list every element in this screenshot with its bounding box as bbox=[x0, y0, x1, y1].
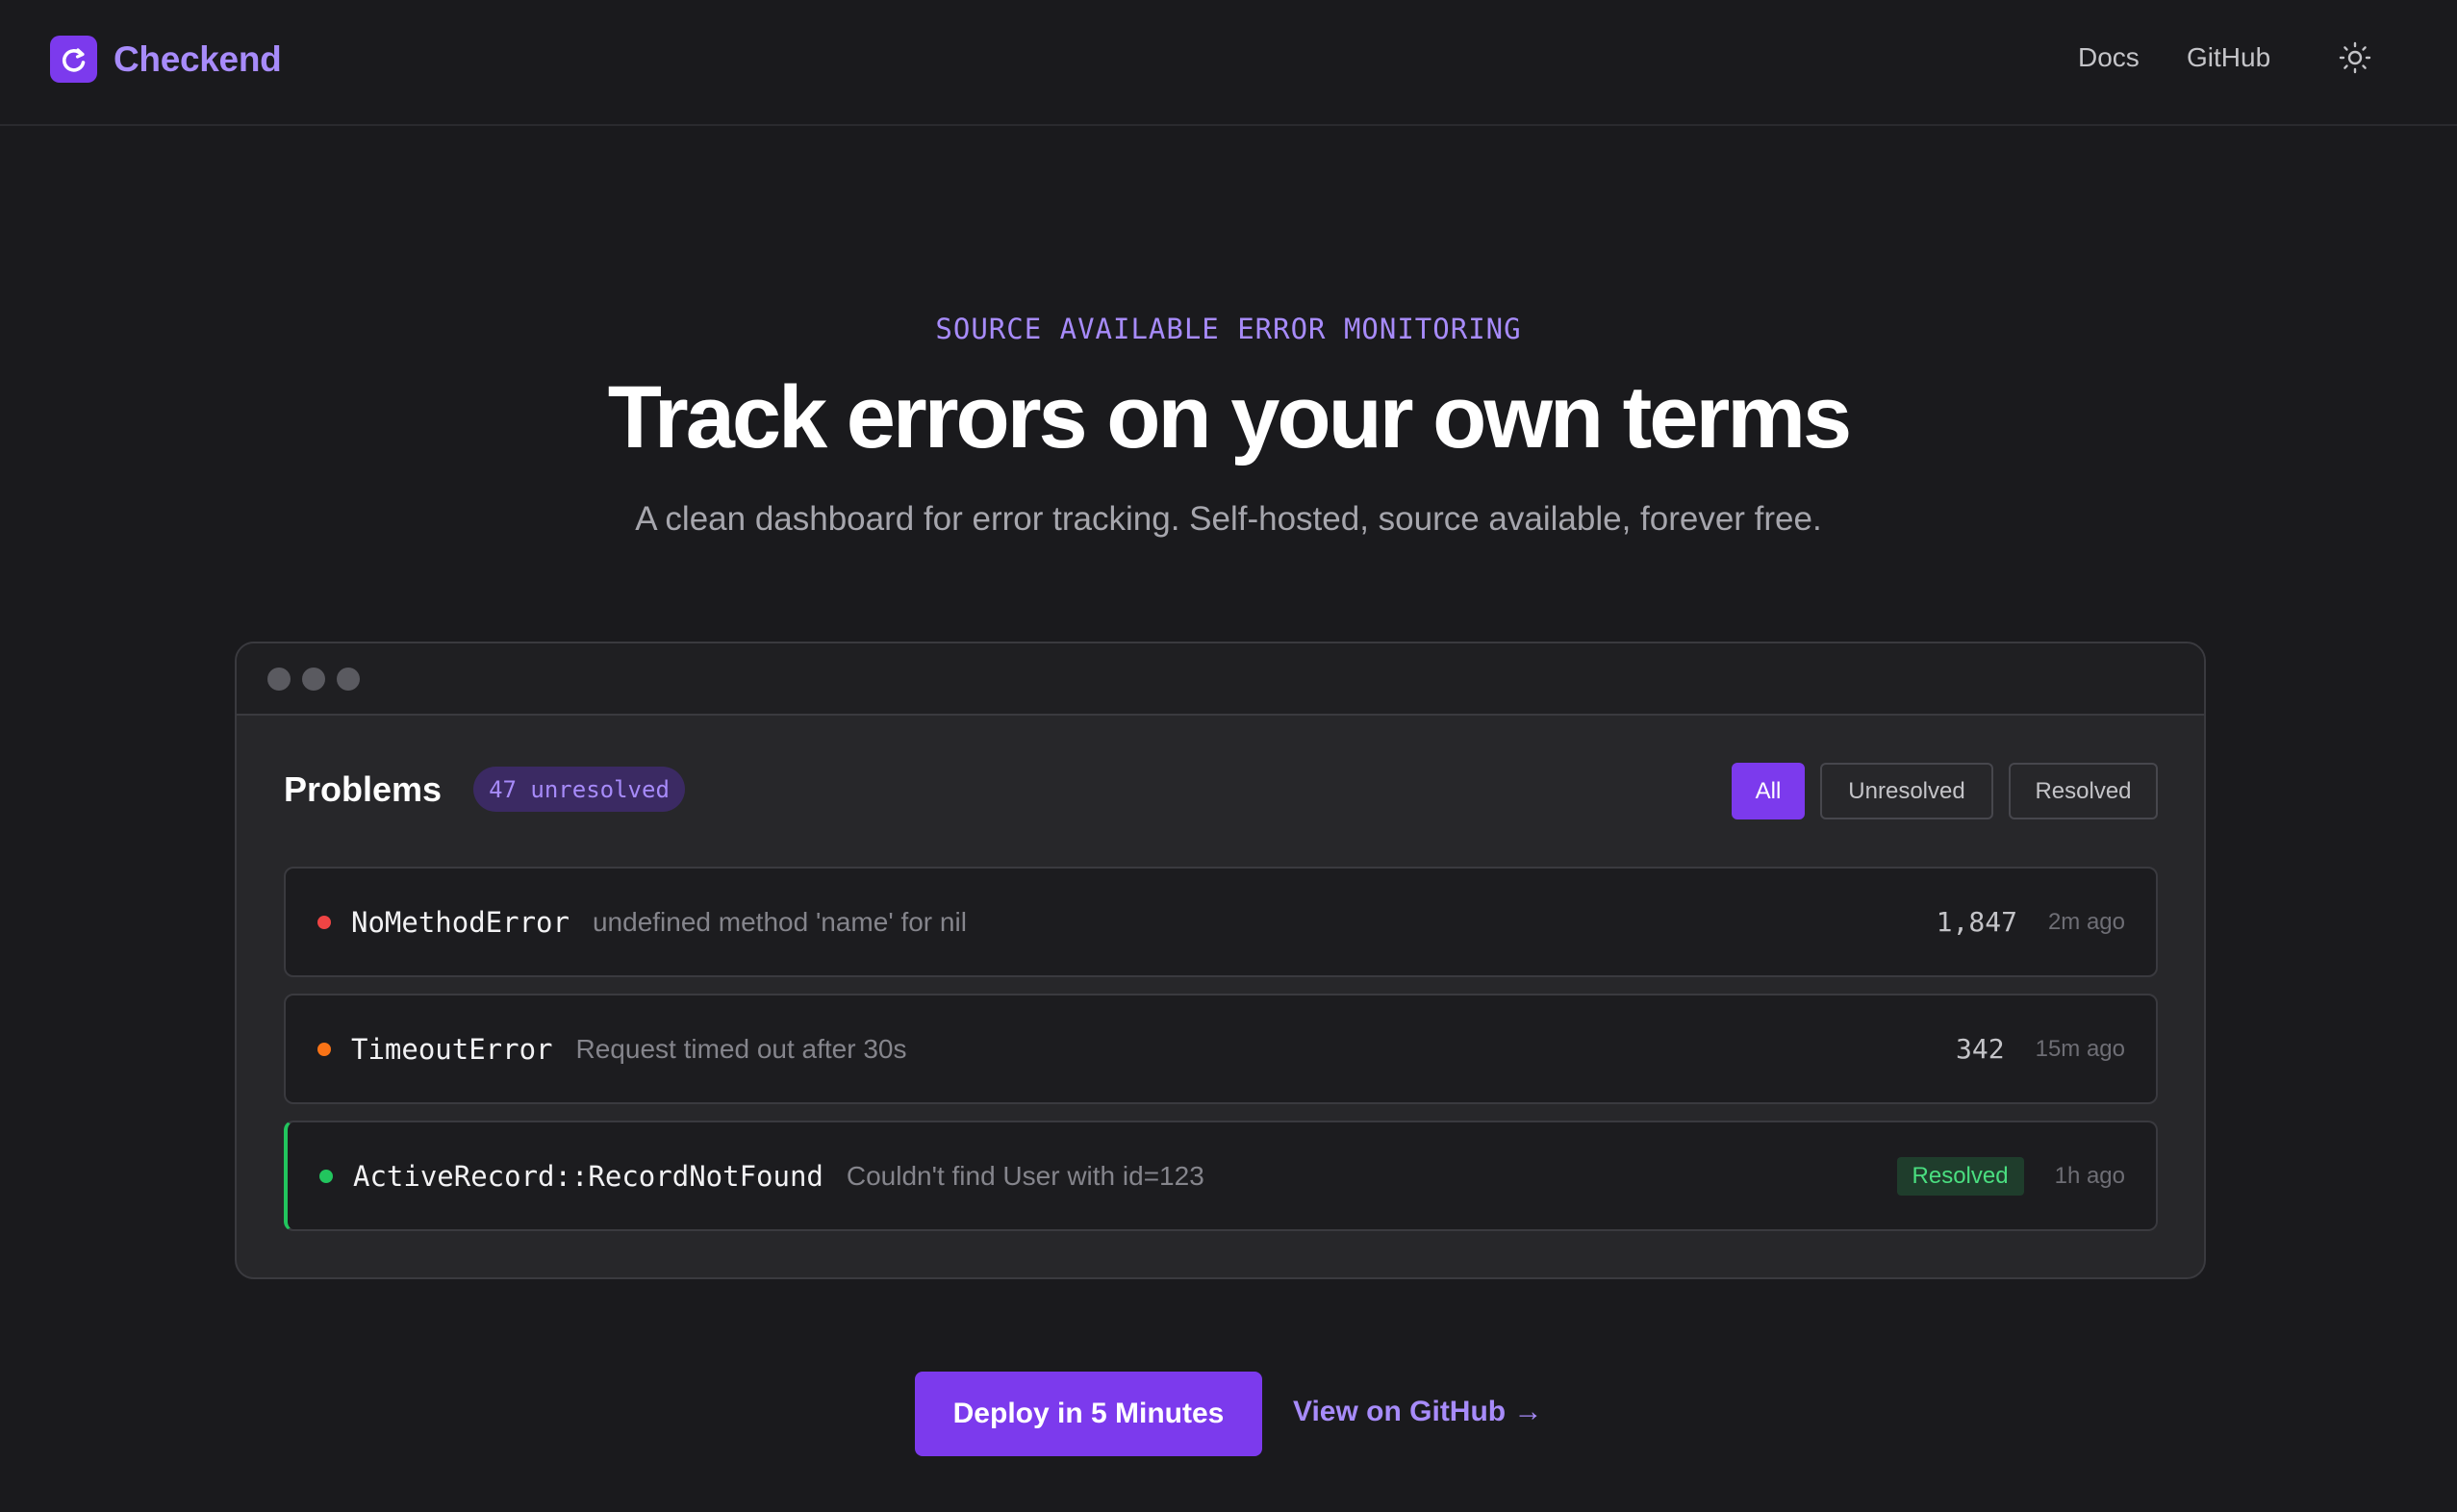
nav-docs-link[interactable]: Docs bbox=[2078, 42, 2140, 73]
problem-row[interactable]: TimeoutError Request timed out after 30s… bbox=[284, 994, 2158, 1104]
window-dot-icon bbox=[302, 667, 325, 691]
problem-row[interactable]: ActiveRecord::RecordNotFound Couldn't fi… bbox=[284, 1121, 2158, 1231]
error-message: undefined method 'name' for nil bbox=[592, 906, 967, 937]
dashboard-preview-window: Problems 47 unresolved All Unresolved Re… bbox=[235, 642, 2206, 1279]
occurrence-count: 342 bbox=[1956, 1033, 2005, 1065]
last-seen-time: 2m ago bbox=[2047, 908, 2125, 935]
last-seen-time: 15m ago bbox=[2035, 1035, 2125, 1062]
problems-header: Problems 47 unresolved bbox=[284, 767, 685, 812]
filter-resolved-button[interactable]: Resolved bbox=[2009, 763, 2158, 819]
theme-toggle-button[interactable] bbox=[2336, 38, 2374, 77]
problems-list: NoMethodError undefined method 'name' fo… bbox=[284, 867, 2158, 1247]
resolved-status-badge: Resolved bbox=[1896, 1156, 2024, 1196]
deploy-button[interactable]: Deploy in 5 Minutes bbox=[915, 1372, 1262, 1456]
hero-title: Track errors on your own terms bbox=[607, 368, 1852, 466]
warning-status-dot-icon bbox=[317, 1042, 331, 1056]
error-message: Request timed out after 30s bbox=[575, 1033, 907, 1064]
error-status-dot-icon bbox=[317, 915, 331, 929]
hero-subtitle: A clean dashboard for error tracking. Se… bbox=[635, 500, 1822, 538]
filter-unresolved-button[interactable]: Unresolved bbox=[1820, 763, 1993, 819]
filter-all-button[interactable]: All bbox=[1732, 763, 1805, 819]
view-on-github-link[interactable]: View on GitHub → bbox=[1293, 1396, 1542, 1428]
occurrence-count: 1,847 bbox=[1936, 906, 2017, 938]
brand-name: Checkend bbox=[114, 38, 282, 79]
sun-icon bbox=[2339, 41, 2371, 74]
nav-github-link[interactable]: GitHub bbox=[2187, 42, 2270, 73]
error-name: NoMethodError bbox=[351, 905, 570, 939]
error-name: TimeoutError bbox=[351, 1032, 553, 1066]
unresolved-count-badge: 47 unresolved bbox=[473, 767, 685, 812]
resolved-status-dot-icon bbox=[319, 1169, 333, 1183]
problem-row[interactable]: NoMethodError undefined method 'name' fo… bbox=[284, 867, 2158, 977]
window-dot-icon bbox=[337, 667, 360, 691]
brand-link[interactable]: Checkend bbox=[50, 36, 282, 83]
window-title-bar bbox=[237, 643, 2204, 716]
top-nav-bar: Checkend Docs GitHub bbox=[0, 0, 2457, 126]
last-seen-time: 1h ago bbox=[2054, 1162, 2125, 1189]
window-dot-icon bbox=[267, 667, 291, 691]
checkend-logo-icon bbox=[50, 36, 97, 83]
error-name: ActiveRecord::RecordNotFound bbox=[353, 1159, 823, 1193]
problems-title: Problems bbox=[284, 769, 443, 809]
hero-eyebrow: SOURCE AVAILABLE ERROR MONITORING bbox=[935, 313, 1522, 345]
filter-group: All Unresolved Resolved bbox=[1716, 763, 2158, 819]
error-message: Couldn't find User with id=123 bbox=[846, 1160, 1204, 1191]
